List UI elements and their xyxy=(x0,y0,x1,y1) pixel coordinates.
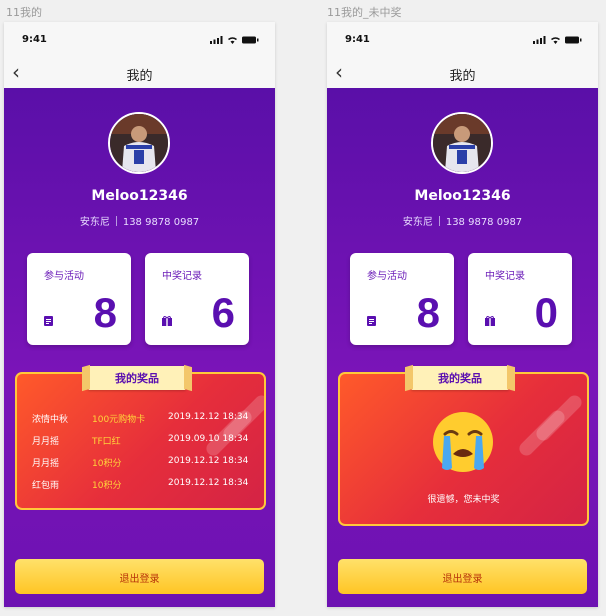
card-value: 6 xyxy=(211,289,235,336)
prize-panel: 浓情中秋 100元购物卡 2019.12.12 18:34 月月摇 TF口红 2… xyxy=(15,372,266,510)
prize-name: 10积分 xyxy=(92,459,122,469)
gift-icon xyxy=(485,316,495,326)
prize-time: 2019.12.12 18:34 xyxy=(168,456,249,466)
nickname: 安东尼 xyxy=(402,217,433,228)
status-bar: 9:41 xyxy=(4,22,275,58)
prize-name: TF口红 xyxy=(92,437,121,447)
card-title: 参与活动 xyxy=(367,271,407,282)
nickname: 安东尼 xyxy=(79,217,110,228)
status-icons xyxy=(210,36,259,44)
gift-icon xyxy=(162,316,172,326)
prize-title: 我的奖品 xyxy=(115,372,159,385)
battery-icon xyxy=(242,36,259,44)
phone-screen-profile-no-prize: 9:41 ‹ 我的 Meloo12346 安东尼 138 9878 0987 参与… xyxy=(327,22,598,607)
decor-stripe xyxy=(533,392,585,444)
card-value: 0 xyxy=(534,289,558,336)
wifi-icon xyxy=(228,37,237,44)
logout-label: 退出登录 xyxy=(442,574,483,585)
prize-time: 2019.12.12 18:34 xyxy=(168,412,249,422)
prize-panel-empty: 很遗憾，您未中奖 xyxy=(338,372,589,526)
nav-bar: ‹ 我的 xyxy=(327,58,598,89)
username: Meloo12346 xyxy=(91,188,188,204)
page-title: 我的 xyxy=(126,69,153,84)
signal-icon xyxy=(210,36,223,44)
document-icon xyxy=(44,316,53,326)
status-bar: 9:41 xyxy=(327,22,598,58)
logout-button[interactable]: 退出登录 xyxy=(338,559,587,594)
activity-name: 月月摇 xyxy=(32,437,60,447)
card-value: 8 xyxy=(416,289,440,336)
prize-name: 100元购物卡 xyxy=(92,415,146,425)
activity-name: 月月摇 xyxy=(32,459,60,469)
battery-icon xyxy=(565,36,582,44)
prize-row: 红包雨 10积分 2019.12.12 18:34 xyxy=(32,478,248,491)
user-info: 安东尼 138 9878 0987 xyxy=(327,213,598,228)
logout-label: 退出登录 xyxy=(119,574,160,585)
avatar[interactable] xyxy=(108,112,170,174)
phone-screen-profile: 9:41 ‹ 我的 Meloo12346 安东尼 138 9878 0987 参与… xyxy=(4,22,275,607)
nav-bar: ‹ 我的 xyxy=(4,58,275,89)
document-icon xyxy=(367,316,376,326)
prize-name: 10积分 xyxy=(92,481,122,491)
activity-name: 红包雨 xyxy=(32,481,60,491)
wifi-icon xyxy=(551,37,560,44)
avatar[interactable] xyxy=(431,112,493,174)
artboard-label: 11我的_未中奖 xyxy=(327,6,402,19)
prize-title: 我的奖品 xyxy=(438,372,482,385)
prize-time: 2019.09.10 18:34 xyxy=(168,434,249,444)
empty-message: 很遗憾，您未中奖 xyxy=(427,495,500,505)
phone-number: 138 9878 0987 xyxy=(122,217,200,228)
winning-record-card[interactable]: 中奖记录 0 xyxy=(468,253,572,345)
status-icons xyxy=(533,36,582,44)
status-time: 9:41 xyxy=(22,34,47,45)
prize-section-header: 我的奖品 xyxy=(411,366,509,390)
participation-card[interactable]: 参与活动 8 xyxy=(27,253,131,345)
prize-row: 月月摇 10积分 2019.12.12 18:34 xyxy=(32,456,248,469)
username: Meloo12346 xyxy=(414,188,511,204)
prize-row: 浓情中秋 100元购物卡 2019.12.12 18:34 xyxy=(32,412,248,425)
prize-row: 月月摇 TF口红 2019.09.10 18:34 xyxy=(32,434,248,447)
prize-section-header: 我的奖品 xyxy=(88,366,186,390)
card-title: 中奖记录 xyxy=(162,271,202,282)
status-time: 9:41 xyxy=(345,34,370,45)
winning-record-card[interactable]: 中奖记录 6 xyxy=(145,253,249,345)
card-title: 参与活动 xyxy=(44,271,84,282)
divider xyxy=(115,216,117,226)
activity-name: 浓情中秋 xyxy=(32,415,69,425)
prize-time: 2019.12.12 18:34 xyxy=(168,478,249,488)
card-value: 8 xyxy=(93,289,117,336)
phone-number: 138 9878 0987 xyxy=(445,217,523,228)
logout-button[interactable]: 退出登录 xyxy=(15,559,264,594)
user-info: 安东尼 138 9878 0987 xyxy=(4,213,275,228)
signal-icon xyxy=(533,36,546,44)
crying-face-emoji xyxy=(433,412,493,472)
card-title: 中奖记录 xyxy=(485,271,525,282)
artboard-label: 11我的 xyxy=(6,6,42,19)
participation-card[interactable]: 参与活动 8 xyxy=(350,253,454,345)
divider xyxy=(438,216,440,226)
page-title: 我的 xyxy=(449,69,476,84)
